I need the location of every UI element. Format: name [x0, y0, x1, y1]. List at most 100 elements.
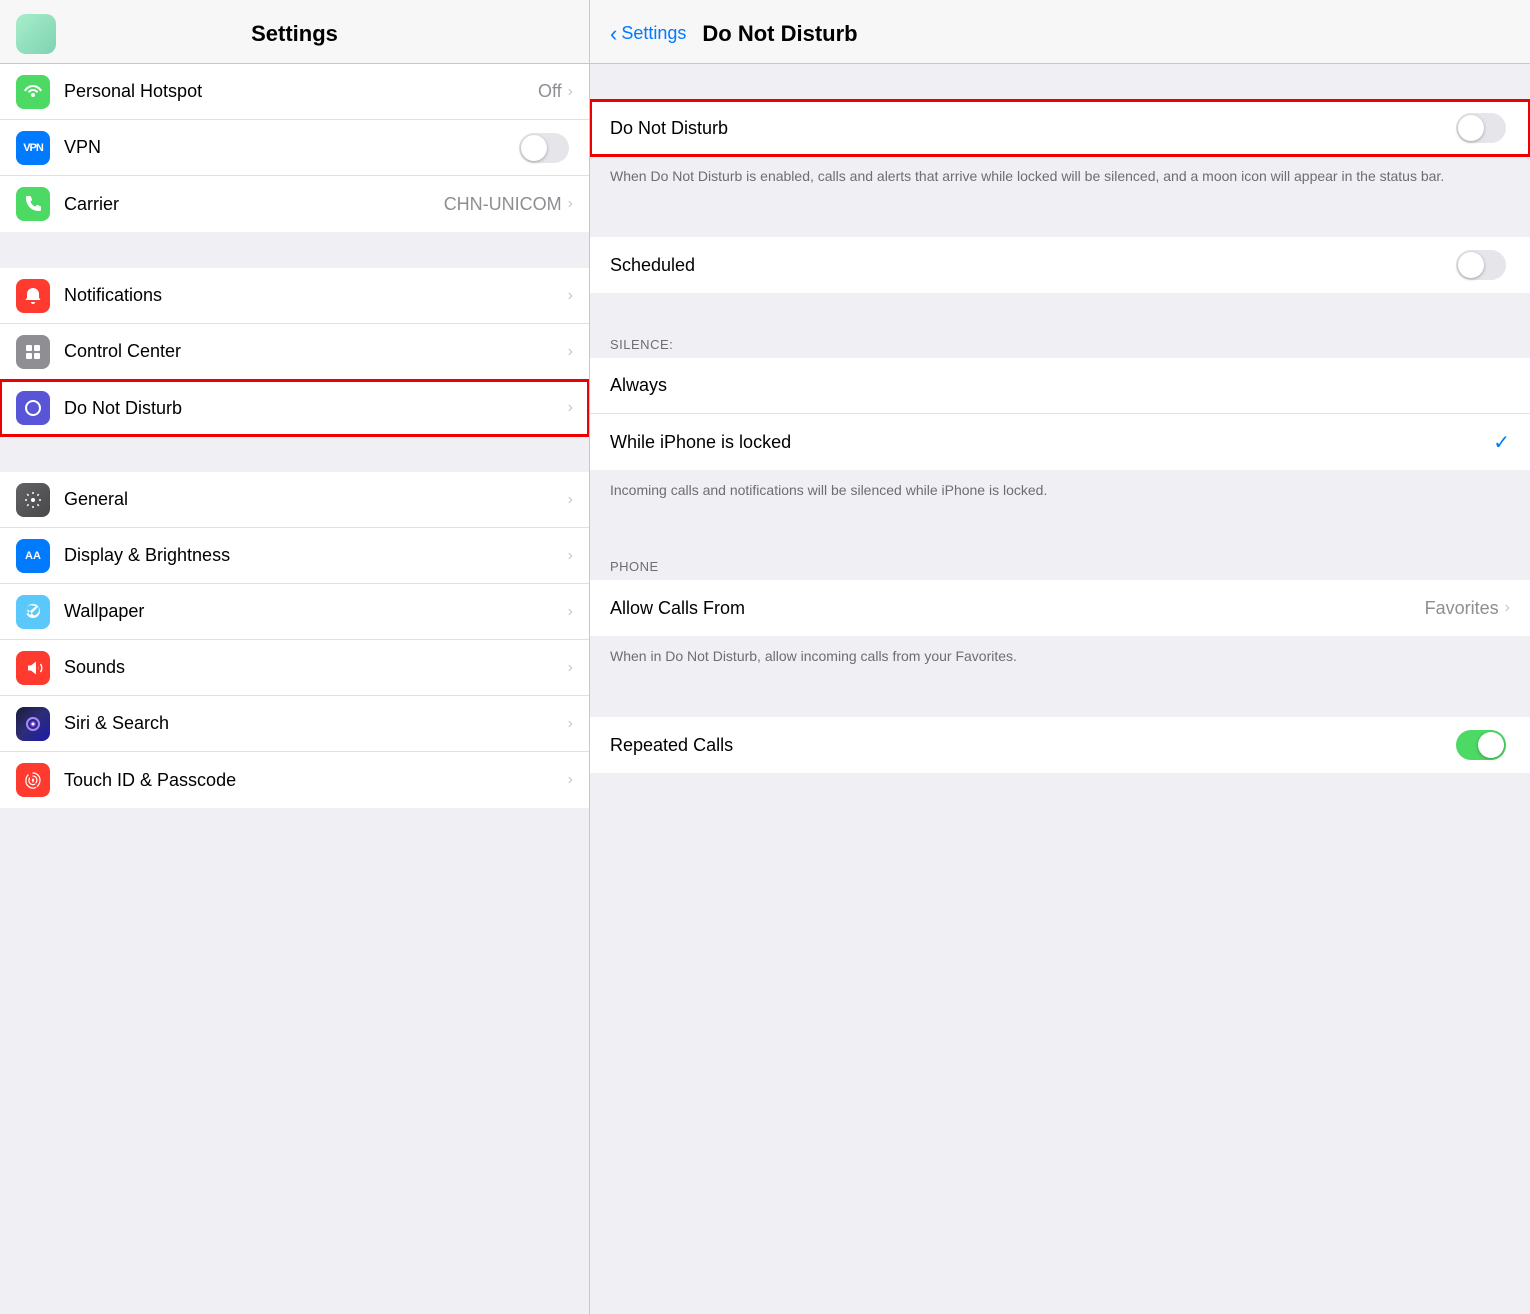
dnd-description: When Do Not Disturb is enabled, calls an…: [590, 156, 1530, 201]
always-row[interactable]: Always: [590, 358, 1530, 414]
top-spacer: [590, 64, 1530, 100]
vpn-toggle[interactable]: [519, 133, 569, 163]
back-label: Settings: [621, 23, 686, 44]
dnd-toggle-label: Do Not Disturb: [610, 118, 1456, 139]
sidebar-item-sounds[interactable]: Sounds ›: [0, 640, 589, 696]
carrier-label: Carrier: [64, 194, 444, 215]
sidebar-item-controlcenter[interactable]: Control Center ›: [0, 324, 589, 380]
dnd-toggle-section: Do Not Disturb: [590, 100, 1530, 156]
repeated-calls-toggle[interactable]: [1456, 730, 1506, 760]
dnd-main-toggle[interactable]: [1456, 113, 1506, 143]
scheduled-label: Scheduled: [610, 255, 1456, 276]
hotspot-chevron: ›: [568, 83, 573, 101]
display-icon: AA: [16, 539, 50, 573]
while-locked-row[interactable]: While iPhone is locked ✓: [590, 414, 1530, 470]
controlcenter-icon: [16, 335, 50, 369]
back-button[interactable]: ‹ Settings: [610, 21, 686, 47]
repeated-calls-label: Repeated Calls: [610, 735, 1456, 756]
sounds-icon: [16, 651, 50, 685]
sidebar-item-hotspot[interactable]: Personal Hotspot Off ›: [0, 64, 589, 120]
general-icon: [16, 483, 50, 517]
group-personal: General › AA Display & Brightness › Wall…: [0, 472, 589, 808]
hotspot-icon: [16, 75, 50, 109]
right-content: Do Not Disturb When Do Not Disturb is en…: [590, 64, 1530, 1314]
separator-2: [0, 436, 589, 472]
while-locked-label: While iPhone is locked: [610, 432, 1485, 453]
left-header: Settings: [0, 0, 589, 64]
general-chevron: ›: [568, 491, 573, 509]
repeated-calls-section: Repeated Calls: [590, 717, 1530, 773]
display-chevron: ›: [568, 547, 573, 565]
always-label: Always: [610, 375, 1510, 396]
donotdisturb-chevron: ›: [568, 399, 573, 417]
allow-calls-chevron: ›: [1505, 599, 1510, 617]
right-panel-title: Do Not Disturb: [702, 21, 857, 47]
touchid-label: Touch ID & Passcode: [64, 770, 568, 791]
allow-calls-value: Favorites: [1425, 598, 1499, 619]
wallpaper-icon: [16, 595, 50, 629]
sidebar-item-donotdisturb[interactable]: Do Not Disturb ›: [0, 380, 589, 436]
sounds-label: Sounds: [64, 657, 568, 678]
sidebar-item-display[interactable]: AA Display & Brightness ›: [0, 528, 589, 584]
separator-1: [0, 232, 589, 268]
siri-chevron: ›: [568, 715, 573, 733]
allow-calls-label: Allow Calls From: [610, 598, 1425, 619]
sidebar-item-siri[interactable]: Siri & Search ›: [0, 696, 589, 752]
scheduled-section: Scheduled: [590, 237, 1530, 293]
controlcenter-label: Control Center: [64, 341, 568, 362]
back-chevron-icon: ‹: [610, 21, 617, 47]
right-header: ‹ Settings Do Not Disturb: [590, 0, 1530, 64]
sidebar-item-vpn[interactable]: VPN VPN: [0, 120, 589, 176]
dnd-description-text: When Do Not Disturb is enabled, calls an…: [610, 168, 1444, 184]
phone-section: Allow Calls From Favorites ›: [590, 580, 1530, 636]
donotdisturb-label: Do Not Disturb: [64, 398, 568, 419]
locked-description: Incoming calls and notifications will be…: [590, 470, 1530, 515]
group-system: Notifications › Control Center ›: [0, 268, 589, 436]
separator-b: [590, 293, 1530, 329]
separator-c: [590, 515, 1530, 551]
hotspot-value: Off: [538, 81, 562, 102]
while-locked-checkmark: ✓: [1493, 430, 1510, 455]
separator-d: [590, 681, 1530, 717]
group-network: Personal Hotspot Off › VPN VPN Carrier C…: [0, 64, 589, 232]
scheduled-toggle[interactable]: [1456, 250, 1506, 280]
allow-calls-row[interactable]: Allow Calls From Favorites ›: [590, 580, 1530, 636]
repeated-calls-row[interactable]: Repeated Calls: [590, 717, 1530, 773]
touchid-icon: [16, 763, 50, 797]
right-panel: ‹ Settings Do Not Disturb Do Not Disturb…: [590, 0, 1530, 1314]
carrier-icon: [16, 187, 50, 221]
carrier-chevron: ›: [568, 195, 573, 213]
controlcenter-chevron: ›: [568, 343, 573, 361]
calls-description: When in Do Not Disturb, allow incoming c…: [590, 636, 1530, 681]
wallpaper-label: Wallpaper: [64, 601, 568, 622]
phone-header: PHONE: [590, 551, 1530, 580]
separator-a: [590, 201, 1530, 237]
settings-app-icon: [16, 14, 56, 54]
sidebar-item-notifications[interactable]: Notifications ›: [0, 268, 589, 324]
vpn-icon: VPN: [16, 131, 50, 165]
notifications-chevron: ›: [568, 287, 573, 305]
hotspot-label: Personal Hotspot: [64, 81, 538, 102]
dnd-toggle-row[interactable]: Do Not Disturb: [590, 100, 1530, 156]
sidebar-item-wallpaper[interactable]: Wallpaper ›: [0, 584, 589, 640]
locked-description-text: Incoming calls and notifications will be…: [610, 482, 1047, 498]
scheduled-row[interactable]: Scheduled: [590, 237, 1530, 293]
notifications-label: Notifications: [64, 285, 568, 306]
general-label: General: [64, 489, 568, 510]
wallpaper-chevron: ›: [568, 603, 573, 621]
calls-description-text: When in Do Not Disturb, allow incoming c…: [610, 648, 1017, 664]
notifications-icon: [16, 279, 50, 313]
siri-label: Siri & Search: [64, 713, 568, 734]
settings-list: Personal Hotspot Off › VPN VPN Carrier C…: [0, 64, 589, 1314]
sounds-chevron: ›: [568, 659, 573, 677]
silence-section: Always While iPhone is locked ✓: [590, 358, 1530, 470]
sidebar-item-carrier[interactable]: Carrier CHN-UNICOM ›: [0, 176, 589, 232]
donotdisturb-icon: [16, 391, 50, 425]
siri-icon: [16, 707, 50, 741]
left-panel: Settings Personal Hotspot Off › VPN VPN: [0, 0, 590, 1314]
display-label: Display & Brightness: [64, 545, 568, 566]
sidebar-item-touchid[interactable]: Touch ID & Passcode ›: [0, 752, 589, 808]
left-panel-title: Settings: [251, 21, 338, 47]
vpn-label: VPN: [64, 137, 519, 158]
sidebar-item-general[interactable]: General ›: [0, 472, 589, 528]
